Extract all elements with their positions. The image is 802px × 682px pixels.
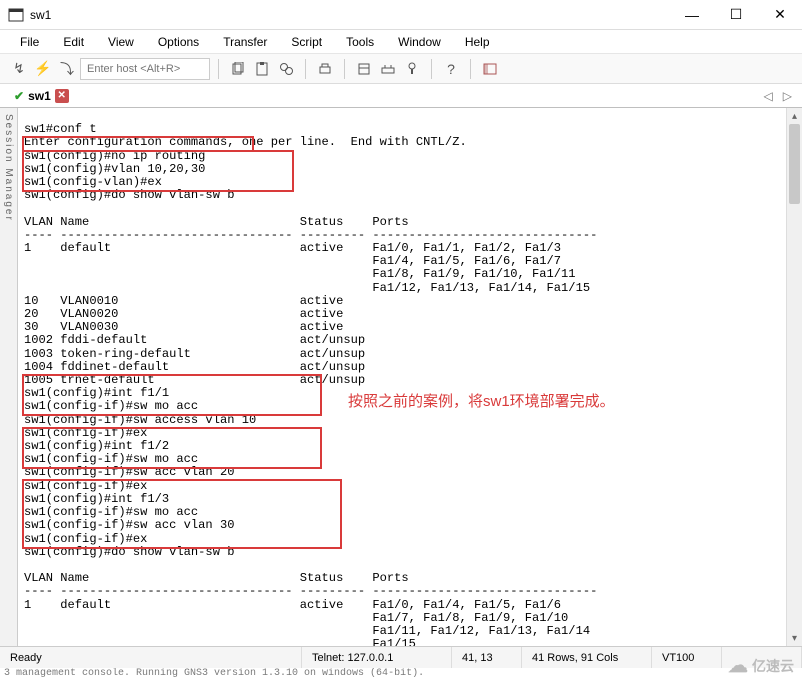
print-icon[interactable] xyxy=(314,58,336,80)
menu-file[interactable]: File xyxy=(10,32,49,52)
separator xyxy=(431,59,432,79)
term-line: sw1#conf t xyxy=(24,122,97,136)
menu-tools[interactable]: Tools xyxy=(336,32,384,52)
annotation-text: 按照之前的案例，将sw1环境部署完成。 xyxy=(348,390,615,411)
scroll-down-icon[interactable]: ▾ xyxy=(787,630,802,646)
disconnect-icon[interactable]: ⤵ xyxy=(56,58,78,80)
term-line: sw1(config-if)#ex xyxy=(24,426,147,440)
terminal-output[interactable]: sw1#conf t Enter configuration commands,… xyxy=(18,108,802,646)
toggle-pane-icon[interactable] xyxy=(479,58,501,80)
separator xyxy=(305,59,306,79)
properties-icon[interactable] xyxy=(353,58,375,80)
app-icon xyxy=(8,7,24,23)
term-line: sw1(config-if)#ex xyxy=(24,479,147,493)
term-line: 30 VLAN0030 active xyxy=(24,320,372,334)
scroll-thumb[interactable] xyxy=(789,124,800,204)
term-line: 1 default active Fa1/0, Fa1/1, Fa1/2, Fa… xyxy=(24,241,561,255)
menu-window[interactable]: Window xyxy=(388,32,451,52)
minimize-button[interactable]: — xyxy=(670,0,714,30)
status-term: VT100 xyxy=(652,647,722,668)
settings-icon[interactable] xyxy=(377,58,399,80)
term-line: sw1(config)#int f1/2 xyxy=(24,439,169,453)
term-line: sw1(config)#do show vlan-sw b xyxy=(24,545,234,559)
term-line: Fa1/12, Fa1/13, Fa1/14, Fa1/15 xyxy=(24,281,590,295)
term-line: VLAN Name Status Ports xyxy=(24,571,409,585)
menu-options[interactable]: Options xyxy=(148,32,209,52)
term-line: sw1(config)#int f1/1 xyxy=(24,386,169,400)
copy-icon[interactable] xyxy=(227,58,249,80)
status-connection: Telnet: 127.0.0.1 xyxy=(302,647,452,668)
separator xyxy=(470,59,471,79)
maximize-button[interactable]: ☐ xyxy=(714,0,758,30)
tab-close-icon[interactable]: ✕ xyxy=(55,89,69,103)
watermark: ☁ 亿速云 xyxy=(728,653,794,678)
tab-label: sw1 xyxy=(28,89,51,103)
title-bar: sw1 — ☐ ✕ xyxy=(0,0,802,30)
term-line: sw1(config)#do show vlan-sw b xyxy=(24,188,234,202)
term-line: sw1(config-if)#sw access vlan 10 xyxy=(24,413,256,427)
cloud-icon: ☁ xyxy=(728,653,748,678)
tab-strip: ✔ sw1 ✕ ◁ ▷ xyxy=(0,84,802,108)
term-line: sw1(config)#no ip routing xyxy=(24,149,205,163)
menu-script[interactable]: Script xyxy=(281,32,332,52)
watermark-text: 亿速云 xyxy=(752,656,794,676)
session-manager-panel[interactable]: Session Manager xyxy=(0,108,18,646)
term-line: Fa1/7, Fa1/8, Fa1/9, Fa1/10 xyxy=(24,611,568,625)
status-cursor: 41, 13 xyxy=(452,647,522,668)
menu-edit[interactable]: Edit xyxy=(53,32,94,52)
help-icon[interactable]: ? xyxy=(440,58,462,80)
term-line: sw1(config-if)#sw acc vlan 30 xyxy=(24,518,234,532)
find-icon[interactable] xyxy=(275,58,297,80)
term-line: sw1(config)#int f1/3 xyxy=(24,492,169,506)
term-line: sw1(config-vlan)#ex xyxy=(24,175,162,189)
vertical-scrollbar[interactable]: ▴ ▾ xyxy=(786,108,802,646)
paste-icon[interactable] xyxy=(251,58,273,80)
quick-connect-icon[interactable]: ⚡ xyxy=(32,58,54,80)
term-line: Fa1/15 xyxy=(24,637,416,646)
close-button[interactable]: ✕ xyxy=(758,0,802,30)
term-line: sw1(config-if)#sw mo acc xyxy=(24,505,198,519)
term-line: 10 VLAN0010 active xyxy=(24,294,372,308)
connected-icon: ✔ xyxy=(14,89,24,103)
term-line: Fa1/4, Fa1/5, Fa1/6, Fa1/7 xyxy=(24,254,561,268)
term-line: VLAN Name Status Ports xyxy=(24,215,409,229)
window-title: sw1 xyxy=(30,8,51,22)
menu-help[interactable]: Help xyxy=(455,32,500,52)
term-line: Enter configuration commands, one per li… xyxy=(24,135,467,149)
footer-text: 3 management console. Running GNS3 versi… xyxy=(0,668,802,682)
term-line: 1 default active Fa1/0, Fa1/4, Fa1/5, Fa… xyxy=(24,598,561,612)
status-ready: Ready xyxy=(0,647,302,668)
separator xyxy=(344,59,345,79)
term-line: Fa1/11, Fa1/12, Fa1/13, Fa1/14 xyxy=(24,624,590,638)
term-line: 1002 fddi-default act/unsup xyxy=(24,333,372,347)
keymap-icon[interactable] xyxy=(401,58,423,80)
term-line: 1005 trnet-default act/unsup xyxy=(24,373,372,387)
term-line: sw1(config-if)#sw mo acc xyxy=(24,452,198,466)
menu-transfer[interactable]: Transfer xyxy=(213,32,277,52)
term-line: sw1(config-if)#sw mo acc xyxy=(24,399,198,413)
tab-sw1[interactable]: ✔ sw1 ✕ xyxy=(6,87,77,105)
tab-scroll-right-icon[interactable]: ▷ xyxy=(779,89,796,103)
term-line: sw1(config-if)#ex xyxy=(24,532,147,546)
term-line: 1003 token-ring-default act/unsup xyxy=(24,347,372,361)
term-line: 20 VLAN0020 active xyxy=(24,307,372,321)
status-bar: Ready Telnet: 127.0.0.1 41, 13 41 Rows, … xyxy=(0,646,802,668)
menu-bar: File Edit View Options Transfer Script T… xyxy=(0,30,802,54)
term-line: sw1(config)#vlan 10,20,30 xyxy=(24,162,205,176)
term-line: ---- -------------------------------- --… xyxy=(24,584,597,598)
toolbar: ↯ ⚡ ⤵ ? xyxy=(0,54,802,84)
separator xyxy=(218,59,219,79)
term-line: ---- -------------------------------- --… xyxy=(24,228,597,242)
menu-view[interactable]: View xyxy=(98,32,144,52)
tab-scroll-left-icon[interactable]: ◁ xyxy=(760,89,777,103)
term-line: Fa1/8, Fa1/9, Fa1/10, Fa1/11 xyxy=(24,267,576,281)
term-line: 1004 fddinet-default act/unsup xyxy=(24,360,372,374)
host-input[interactable] xyxy=(80,58,210,80)
status-size: 41 Rows, 91 Cols xyxy=(522,647,652,668)
reconnect-icon[interactable]: ↯ xyxy=(8,58,30,80)
term-line: sw1(config-if)#sw acc vlan 20 xyxy=(24,465,234,479)
scroll-up-icon[interactable]: ▴ xyxy=(787,108,802,124)
